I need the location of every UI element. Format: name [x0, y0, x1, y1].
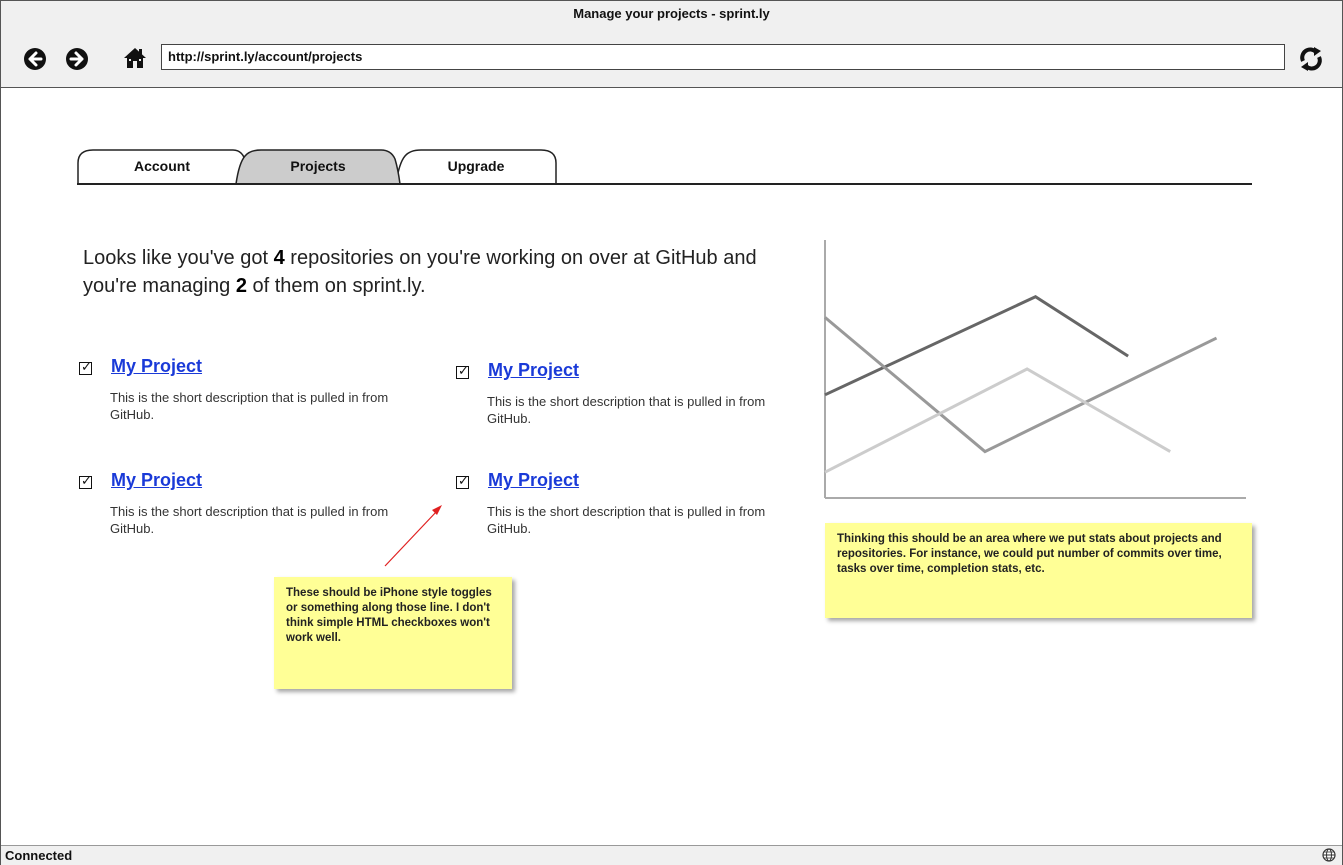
back-arrow-icon[interactable] [23, 47, 47, 71]
browser-window: Manage your projects - sprint.ly http://… [0, 0, 1343, 865]
tab-upgrade-label: Upgrade [447, 158, 505, 174]
status-bar: Connected [1, 845, 1342, 865]
intro-text: Looks like you've got 4 repositories on … [83, 244, 783, 300]
tab-account[interactable]: Account [77, 149, 247, 184]
tab-projects[interactable]: Projects [235, 149, 401, 185]
project-checkbox[interactable]: ✓ [79, 473, 92, 489]
repo-count: 4 [273, 247, 285, 269]
tab-account-label: Account [134, 158, 190, 174]
stats-line-chart [824, 240, 1246, 499]
status-text: Connected [5, 848, 73, 863]
refresh-icon[interactable] [1297, 45, 1325, 73]
project-checkbox[interactable]: ✓ [456, 363, 469, 379]
forward-arrow-icon[interactable] [65, 47, 89, 71]
checkmark-icon: ✓ [81, 473, 92, 488]
project-description: This is the short description that is pu… [487, 394, 766, 426]
chart-series-line-1 [824, 295, 1129, 397]
chart-series-line-2 [824, 316, 1218, 454]
project-checkbox[interactable]: ✓ [456, 473, 469, 489]
window-title: Manage your projects - sprint.ly [573, 6, 770, 21]
managed-count: 2 [235, 275, 247, 297]
project-link[interactable]: My Project [111, 356, 202, 377]
project-checkbox[interactable]: ✓ [79, 359, 92, 375]
intro-part-3: of them on sprint.ly. [246, 275, 426, 297]
globe-icon [1322, 848, 1336, 862]
project-link[interactable]: My Project [488, 470, 579, 491]
tab-projects-label: Projects [290, 158, 346, 174]
project-description: This is the short description that is pu… [110, 390, 389, 422]
sticky-note-stats: Thinking this should be an area where we… [825, 523, 1252, 618]
url-input[interactable]: http://sprint.ly/account/projects [161, 44, 1285, 70]
tabs-divider [77, 183, 1252, 185]
checkmark-icon: ✓ [458, 363, 469, 378]
project-description: This is the short description that is pu… [487, 504, 766, 536]
sticky-note-toggles: These should be iPhone style toggles or … [274, 577, 512, 689]
project-link[interactable]: My Project [488, 360, 579, 381]
checkmark-icon: ✓ [458, 473, 469, 488]
home-icon[interactable] [123, 46, 147, 70]
intro-part-1: Looks like you've got [83, 247, 274, 269]
project-description: This is the short description that is pu… [110, 504, 389, 536]
checkmark-icon: ✓ [81, 359, 92, 374]
project-link[interactable]: My Project [111, 470, 202, 491]
browser-chrome: Manage your projects - sprint.ly http://… [1, 1, 1342, 88]
tab-upgrade[interactable]: Upgrade [395, 149, 557, 185]
